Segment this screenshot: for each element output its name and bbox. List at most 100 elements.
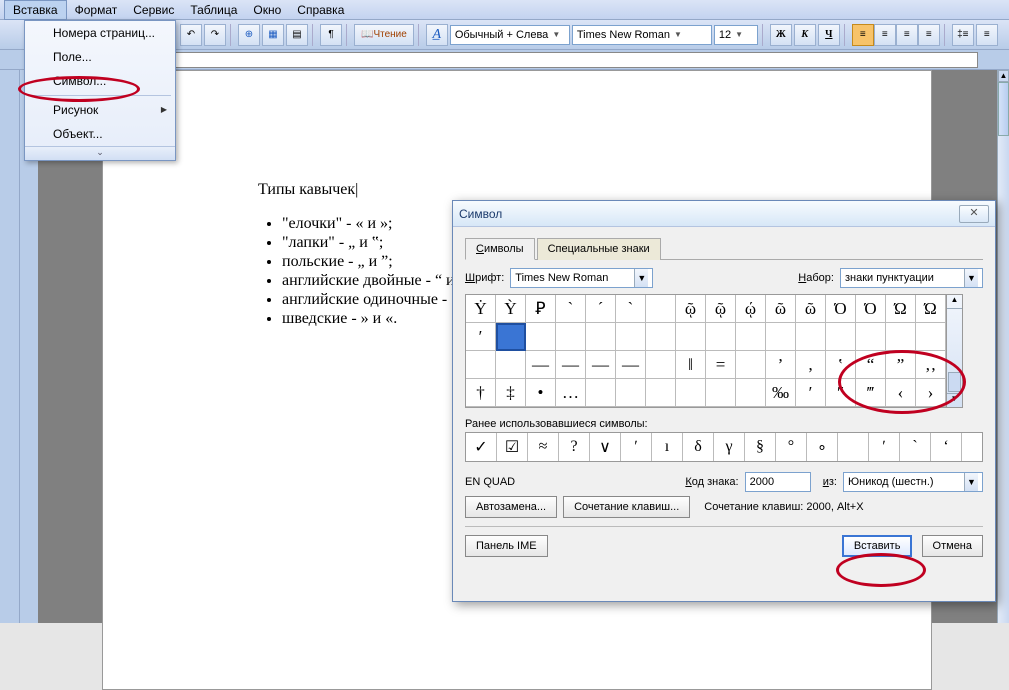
recent-char-cell[interactable]: ` (900, 433, 931, 461)
char-cell[interactable] (646, 323, 676, 351)
char-cell[interactable] (496, 323, 526, 351)
style-select[interactable]: Обычный + Слева▼ (450, 25, 570, 45)
char-cell[interactable]: Ẏ (466, 295, 496, 323)
undo-button[interactable]: ↶ (180, 24, 202, 46)
menu-page-numbers[interactable]: Номера страниц... (25, 21, 175, 45)
char-cell[interactable]: ‰ (766, 379, 796, 407)
char-cell[interactable] (496, 351, 526, 379)
menu-field[interactable]: Поле... (25, 45, 175, 69)
char-cell[interactable]: ‡ (496, 379, 526, 407)
align-left-button[interactable]: ≡ (852, 24, 874, 46)
char-cell[interactable] (706, 379, 736, 407)
recent-char-cell[interactable] (838, 433, 869, 461)
menu-table[interactable]: Таблица (182, 1, 245, 19)
menu-symbol[interactable]: Символ... (25, 69, 175, 93)
pilcrow-button[interactable]: ¶ (320, 24, 342, 46)
scroll-up-arrow[interactable]: ▲ (998, 70, 1009, 82)
recent-char-cell[interactable]: ∘ (807, 433, 838, 461)
char-cell[interactable]: ῶ (766, 295, 796, 323)
character-grid[interactable]: ẎỲꝐˋˊˋῷῷῴῶῶΌΌΏΏʹ————‖=’‚‛“”‚‚†‡•…‰′″‴‹› (465, 294, 947, 408)
menu-service[interactable]: Сервис (125, 1, 182, 19)
char-cell[interactable]: Ό (826, 295, 856, 323)
shortcut-key-button[interactable]: Сочетание клавиш... (563, 496, 690, 518)
char-cell[interactable] (916, 323, 946, 351)
font-combo[interactable]: Times New Roman▼ (510, 268, 653, 288)
menu-object[interactable]: Объект... (25, 122, 175, 146)
cancel-button[interactable]: Отмена (922, 535, 983, 557)
char-cell[interactable]: ῷ (706, 295, 736, 323)
char-cell[interactable]: “ (856, 351, 886, 379)
recent-char-cell[interactable]: ✓ (466, 433, 497, 461)
reading-button[interactable]: 📖 Чтение (354, 24, 414, 46)
insert-button[interactable]: Вставить (842, 535, 913, 557)
code-field[interactable]: 2000 (745, 472, 811, 492)
char-cell[interactable]: ῷ (676, 295, 706, 323)
char-cell[interactable]: ‴ (856, 379, 886, 407)
char-cell[interactable] (736, 379, 766, 407)
menu-insert[interactable]: Вставка (4, 0, 67, 20)
char-cell[interactable]: ‛ (826, 351, 856, 379)
recent-char-cell[interactable]: ∨ (590, 433, 621, 461)
scroll-thumb[interactable] (998, 82, 1009, 136)
grid-scroll-down[interactable]: ▼ (947, 393, 962, 407)
char-cell[interactable] (586, 323, 616, 351)
char-cell[interactable]: ″ (826, 379, 856, 407)
recent-char-cell[interactable]: ı (652, 433, 683, 461)
recent-char-cell[interactable]: ° (776, 433, 807, 461)
tab-special-chars[interactable]: Специальные знаки (537, 238, 661, 260)
char-cell[interactable]: — (556, 351, 586, 379)
menu-window[interactable]: Окно (245, 1, 289, 19)
char-cell[interactable]: ‚ (796, 351, 826, 379)
char-cell[interactable] (586, 379, 616, 407)
recent-char-cell[interactable]: ʻ (931, 433, 962, 461)
char-cell[interactable]: ′ (796, 379, 826, 407)
char-cell[interactable] (766, 323, 796, 351)
vertical-ruler[interactable] (0, 70, 20, 623)
char-cell[interactable] (526, 323, 556, 351)
font-dialog-button[interactable]: A̲ (426, 24, 448, 46)
char-cell[interactable] (856, 323, 886, 351)
recent-characters-grid[interactable]: ✓☑≈?∨ʹıδγ§°∘ʹ`ʻ (465, 432, 983, 462)
char-cell[interactable] (646, 379, 676, 407)
align-justify-button[interactable]: ≡ (918, 24, 940, 46)
redo-button[interactable]: ↷ (204, 24, 226, 46)
dialog-titlebar[interactable]: Символ ✕ (453, 201, 995, 227)
autocorrect-button[interactable]: Автозамена... (465, 496, 557, 518)
close-button[interactable]: ✕ (959, 205, 989, 223)
char-cell[interactable]: ‖ (676, 351, 706, 379)
char-cell[interactable]: ʹ (466, 323, 496, 351)
char-cell[interactable] (796, 323, 826, 351)
numbering-button[interactable]: ≡ (976, 24, 998, 46)
char-cell[interactable] (646, 295, 676, 323)
align-center-button[interactable]: ≡ (874, 24, 896, 46)
char-cell[interactable] (616, 379, 646, 407)
char-cell[interactable]: — (526, 351, 556, 379)
char-cell[interactable] (736, 323, 766, 351)
char-cell[interactable]: ” (886, 351, 916, 379)
char-cell[interactable]: ˋ (556, 295, 586, 323)
recent-char-cell[interactable]: ? (559, 433, 590, 461)
char-cell[interactable]: Ό (856, 295, 886, 323)
from-combo[interactable]: Юникод (шестн.)▼ (843, 472, 983, 492)
insert-table-button[interactable]: ▤ (286, 24, 308, 46)
char-cell[interactable]: ˊ (586, 295, 616, 323)
italic-button[interactable]: К (794, 24, 816, 46)
char-cell[interactable]: ῶ (796, 295, 826, 323)
char-cell[interactable] (646, 351, 676, 379)
char-cell[interactable]: › (916, 379, 946, 407)
subset-combo[interactable]: знаки пунктуации▼ (840, 268, 983, 288)
recent-char-cell[interactable]: δ (683, 433, 714, 461)
vertical-scrollbar[interactable]: ▲ (997, 70, 1009, 623)
char-cell[interactable] (706, 323, 736, 351)
recent-char-cell[interactable]: ʹ (869, 433, 900, 461)
char-cell[interactable]: Ꝑ (526, 295, 556, 323)
line-spacing-button[interactable]: ‡≡ (952, 24, 974, 46)
menu-picture[interactable]: Рисунок (25, 98, 175, 122)
font-select[interactable]: Times New Roman▼ (572, 25, 712, 45)
char-cell[interactable]: ’ (766, 351, 796, 379)
underline-button[interactable]: Ч (818, 24, 840, 46)
menu-expand-chevron[interactable]: ⌄ (25, 146, 175, 160)
char-cell[interactable] (736, 351, 766, 379)
char-cell[interactable] (466, 351, 496, 379)
ime-panel-button[interactable]: Панель IME (465, 535, 548, 557)
